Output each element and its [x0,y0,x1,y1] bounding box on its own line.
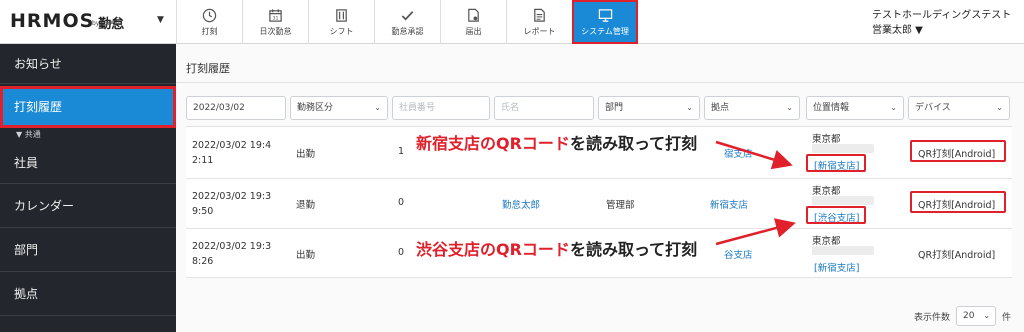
nav-item-report[interactable]: レポート [506,0,572,44]
arrow-to-shibuya [715,218,796,246]
page-size-select[interactable]: 20 ⌄ [956,306,997,326]
check-icon [400,7,416,23]
nav-item-shift[interactable]: シフト [308,0,374,44]
sidebar-item-calendar[interactable]: カレンダー [0,184,176,228]
pager-label: 表示件数 [914,312,951,323]
sidebar-item-location[interactable]: 拠点 [0,272,176,316]
sidebar-item-employee[interactable]: 社員 [0,142,176,184]
pager-unit: 件 [1002,312,1012,323]
calendar-icon: 31 [268,7,284,23]
sidebar-item-label: お知らせ [14,57,62,71]
annotation-arrows [715,140,796,246]
nav-label: システム管理 [581,27,629,36]
nav-item-approval[interactable]: 勤怠承認 [374,0,440,44]
sidebar-item-department[interactable]: 部門 [0,228,176,272]
nav-label: レポート [523,27,556,36]
company-name: テストホールディングステスト [872,10,1012,21]
shift-icon [334,7,350,23]
nav-label: 勤怠承認 [391,27,424,36]
arrow-to-shinjuku [715,140,793,170]
sidebar-item-punch-history[interactable]: 打刻履歴 [0,86,176,128]
nav-item-punch[interactable]: 打刻 [176,0,242,44]
report-icon [532,7,548,23]
sidebar-group-common[interactable]: ▼ 共通 [0,128,176,142]
monitor-icon [597,7,613,23]
document-stamp-icon [466,7,482,23]
main-nav: 打刻 31 日次勤怠 シフト 勤怠承認 届出 レポート システム管理 [176,0,638,44]
logo-text: HRMOS [10,10,95,32]
nav-label: シフト [329,27,354,36]
sidebar-item-label: 社員 [14,156,39,170]
svg-text:31: 31 [273,15,279,21]
pagination: 表示件数 20 ⌄ 件 [914,306,1011,326]
sidebar: お知らせ 打刻履歴 ▼ 共通 社員 カレンダー 部門 拠点 [0,44,176,332]
main-content: 打刻履歴 2022/03/02 勤務区分 ⌄ 社員番号 氏名 部門 ⌄ 拠点 ⌄ 位置… [176,44,1024,332]
user-name: 営業太郎 ▼ [872,25,923,36]
top-header: HRMOS 勤怠 by IEYASU ▼ 打刻 31 日次勤怠 シフト 勤怠承認… [0,0,1024,44]
sidebar-item-label: 部門 [14,243,39,257]
chevron-down-icon: ⌄ [983,311,991,320]
nav-label: 日次勤怠 [259,27,292,36]
nav-label: 打刻 [201,27,218,36]
nav-item-request[interactable]: 届出 [440,0,506,44]
page-size-value: 20 [963,311,975,321]
nav-item-system-admin[interactable]: システム管理 [572,0,638,44]
company-user-menu[interactable]: テストホールディングステスト 営業太郎 ▼ [872,8,1011,38]
nav-item-daily-attendance[interactable]: 31 日次勤怠 [242,0,308,44]
chevron-down-icon[interactable]: ▼ [157,15,164,25]
logo-by: by IEYASU [92,20,123,27]
sidebar-item-notice[interactable]: お知らせ [0,44,176,84]
clock-icon [202,7,218,23]
sidebar-item-label: カレンダー [14,199,75,213]
sidebar-item-label: 拠点 [14,287,39,301]
sidebar-item-label: 打刻履歴 [14,100,63,114]
nav-label: 届出 [465,27,482,36]
